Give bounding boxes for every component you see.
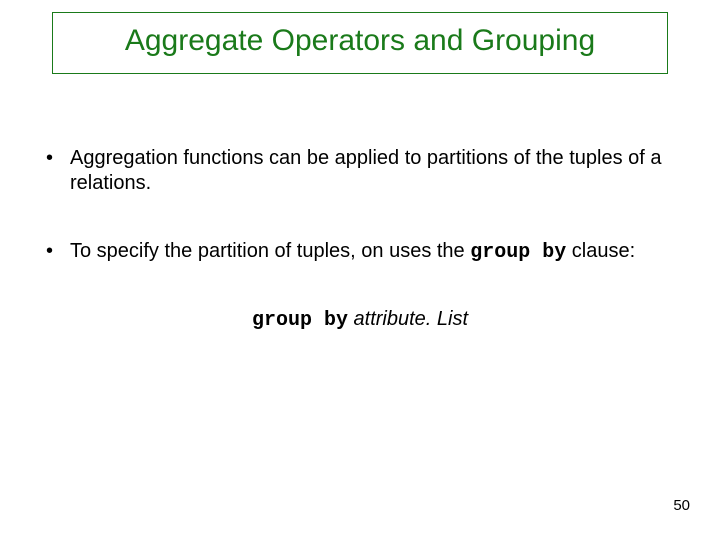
slide-body: Aggregation functions can be applied to …: [12, 146, 708, 333]
bullet-code: group by: [470, 241, 566, 264]
bullet-list: Aggregation functions can be applied to …: [40, 146, 680, 265]
slide: Aggregate Operators and Grouping Aggrega…: [0, 0, 720, 540]
syntax-keyword: group by: [252, 309, 348, 332]
page-number: 50: [673, 497, 690, 514]
bullet-text: Aggregation functions can be applied to …: [70, 147, 662, 194]
syntax-line: group by attribute. List: [40, 307, 680, 333]
list-item: Aggregation functions can be applied to …: [40, 146, 680, 197]
syntax-attribute: attribute. List: [348, 308, 468, 330]
slide-title: Aggregate Operators and Grouping: [65, 23, 655, 59]
list-item: To specify the partition of tuples, on u…: [40, 239, 680, 265]
bullet-text: To specify the partition of tuples, on u…: [70, 240, 470, 262]
title-box: Aggregate Operators and Grouping: [52, 12, 668, 74]
bullet-text-after: clause:: [566, 240, 635, 262]
